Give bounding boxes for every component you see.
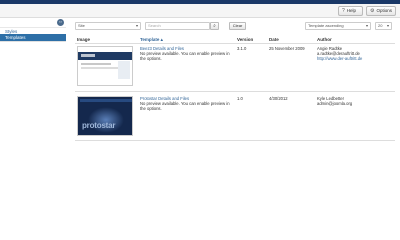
row-divider bbox=[75, 140, 395, 141]
preview-note: No preview available. You can enable pre… bbox=[140, 101, 230, 111]
options-button[interactable]: ⚙ Options bbox=[366, 6, 396, 16]
sidebar: ⇔ Styles Templates bbox=[0, 18, 66, 240]
site-select[interactable]: Site ▾ bbox=[75, 22, 141, 30]
sidebar-divider bbox=[0, 41, 66, 42]
thumbnail-logo-text: protostar bbox=[82, 121, 116, 130]
site-select-value: Site bbox=[78, 23, 85, 28]
filter-bar: Site ▾ Search ⌕ Clear Template ascending… bbox=[75, 22, 395, 32]
sidebar-item-label: Templates bbox=[5, 35, 26, 40]
column-header-date: Date bbox=[269, 37, 279, 42]
date-cell: 25 November 2009 bbox=[269, 46, 305, 51]
preview-note: No preview available. You can enable pre… bbox=[140, 51, 230, 61]
column-header-version: Version bbox=[237, 37, 254, 42]
limit-select-value: 20 bbox=[378, 23, 383, 28]
search-icon: ⌕ bbox=[213, 23, 216, 28]
help-label: Help bbox=[346, 8, 357, 13]
template-thumbnail-beez3[interactable] bbox=[77, 46, 133, 86]
version-cell: 3.1.0 bbox=[237, 46, 247, 51]
version-cell: 1.0 bbox=[237, 96, 243, 101]
column-header-author: Author bbox=[317, 37, 332, 42]
order-select-value: Template ascending bbox=[308, 23, 344, 28]
order-select[interactable]: Template ascending ▾ bbox=[305, 22, 371, 30]
clear-button[interactable]: Clear bbox=[229, 22, 246, 30]
date-cell: 4/30/2012 bbox=[269, 96, 288, 101]
thumbnail-line bbox=[81, 63, 111, 65]
question-icon: ? bbox=[342, 8, 345, 14]
thumbnail-header bbox=[80, 99, 132, 102]
template-thumbnail-protostar[interactable]: protostar bbox=[77, 96, 133, 136]
search-button[interactable]: ⌕ bbox=[210, 22, 219, 30]
gear-icon: ⚙ bbox=[370, 8, 375, 14]
chevron-down-icon: ▾ bbox=[135, 23, 138, 28]
thumbnail-line bbox=[81, 67, 121, 69]
thumbnail-header bbox=[78, 52, 132, 60]
sidebar-item-templates[interactable]: Templates bbox=[0, 34, 66, 41]
column-header-image: Image bbox=[77, 37, 91, 42]
help-button[interactable]: ? Help bbox=[338, 6, 363, 16]
row-divider bbox=[75, 91, 395, 92]
toolbar: ? Help ⚙ Options bbox=[0, 4, 400, 18]
options-label: Options bbox=[376, 8, 392, 13]
thumbnail-sidebar bbox=[118, 61, 130, 79]
clear-label: Clear bbox=[232, 23, 243, 28]
search-placeholder: Search bbox=[148, 23, 161, 28]
limit-select[interactable]: 20 ▾ bbox=[375, 22, 392, 30]
sidebar-item-styles[interactable]: Styles bbox=[0, 27, 66, 34]
chevron-down-icon: ▾ bbox=[386, 23, 389, 28]
header-divider bbox=[75, 43, 395, 44]
sidebar-toggle-icon[interactable]: ⇔ bbox=[57, 19, 64, 26]
author-email: admin@joomla.org bbox=[317, 101, 353, 106]
chevron-down-icon: ▾ bbox=[365, 23, 368, 28]
search-input[interactable]: Search bbox=[145, 22, 210, 30]
author-url-link[interactable]: http://www.der-auftritt.de bbox=[317, 56, 395, 61]
